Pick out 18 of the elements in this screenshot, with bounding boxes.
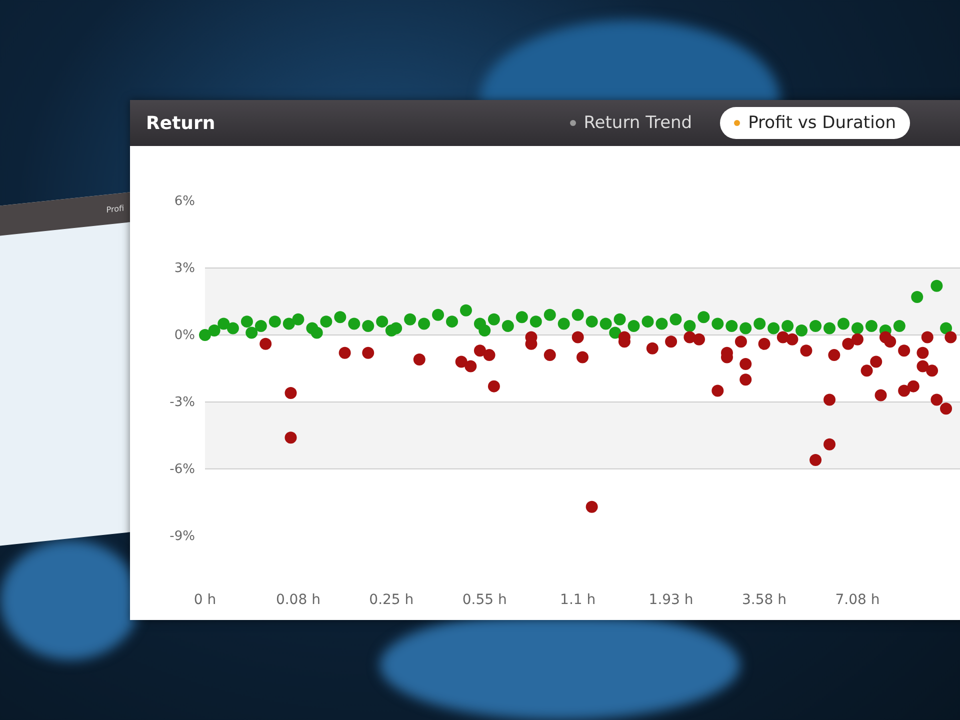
x-axis-label: 1.93 h: [648, 592, 694, 608]
y-axis-label: -6%: [170, 462, 195, 477]
y-axis-label: 0%: [174, 328, 195, 343]
x-axis-label: 7.08 h: [835, 592, 880, 608]
x-axis-label: 3.58 h: [742, 592, 786, 608]
x-axis-label: 0.25 h: [369, 592, 414, 608]
y-axis-label: 6%: [174, 194, 195, 209]
y-axis-label: 3%: [174, 260, 195, 276]
y-axis-label: -3%: [170, 394, 195, 410]
x-axis-label: 1.1 h: [560, 592, 596, 608]
panel-title: Return: [146, 112, 216, 134]
tab-label: Profi: [106, 203, 124, 214]
x-axis-label: 0 h: [194, 592, 216, 608]
x-axis-label: 0.55 h: [462, 592, 507, 608]
y-axis-label: -9%: [170, 528, 195, 544]
x-axis-label: 0.08 h: [276, 592, 320, 608]
chart-tab[interactable]: Profit vs Duration: [720, 107, 910, 139]
chart-tab[interactable]: Return Trend: [556, 107, 706, 139]
